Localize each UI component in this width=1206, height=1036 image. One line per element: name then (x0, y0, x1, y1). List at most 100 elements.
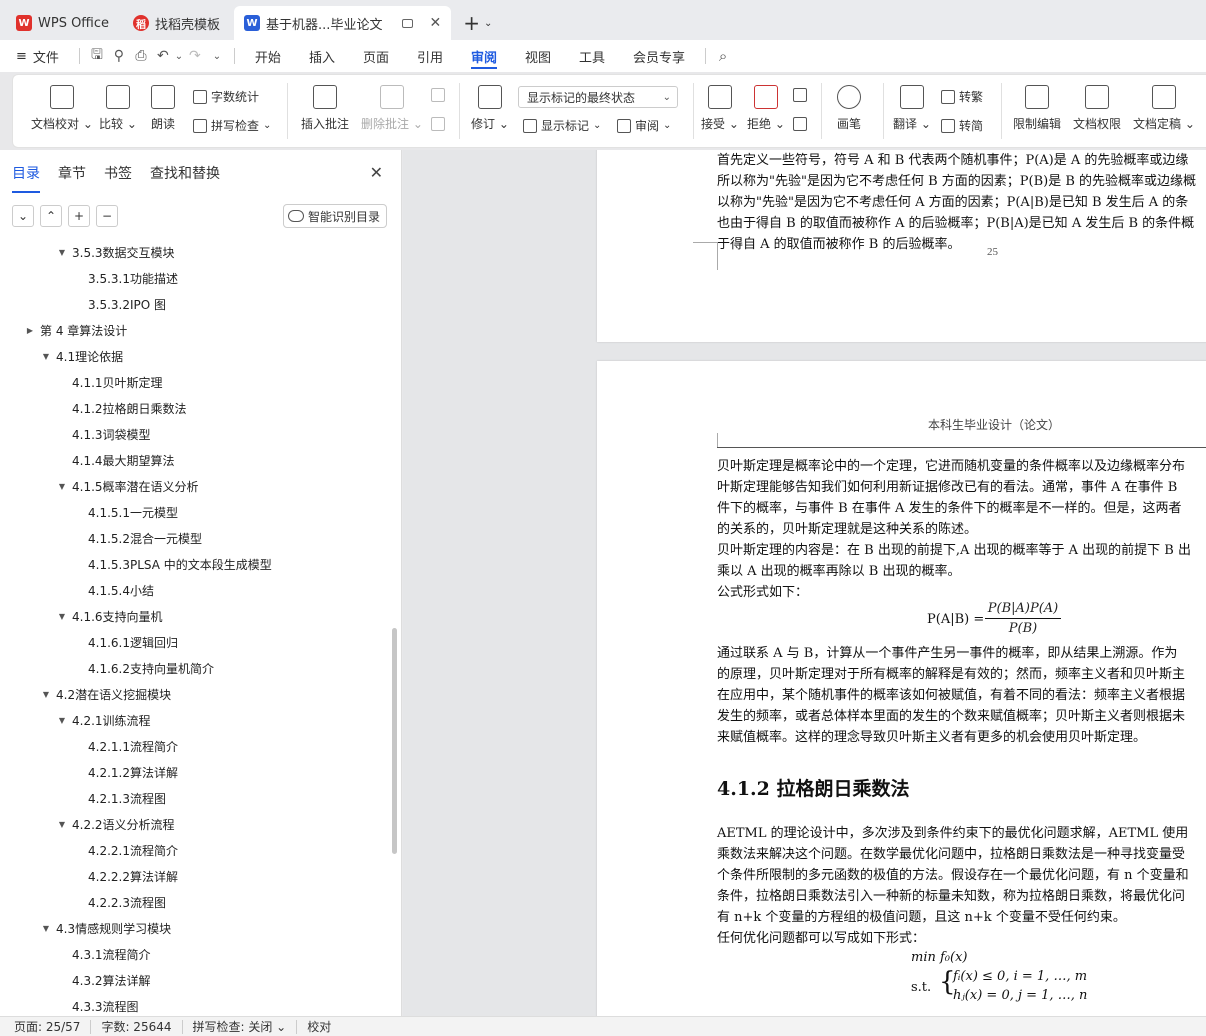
toc-item[interactable]: 4.1.1贝叶斯定理 (0, 369, 390, 395)
revise-button[interactable]: 修订 ⌄ (471, 85, 509, 132)
toc-item[interactable]: 4.1.5.1一元模型 (0, 499, 390, 525)
toc-item[interactable]: ▼ 4.1.5概率潜在语义分析 (0, 473, 390, 499)
collapse-arrow-icon[interactable]: ▼ (40, 924, 52, 933)
tab-docer[interactable]: 稻 找稻壳模板 (123, 6, 230, 40)
show-markup-button[interactable]: 显示标记 ⌄ (523, 117, 601, 134)
accept-button[interactable]: 接受 ⌄ (701, 85, 739, 132)
menu-home[interactable]: 开始 (241, 40, 295, 72)
collapse-arrow-icon[interactable]: ▼ (56, 820, 68, 829)
to-traditional-button[interactable]: 转繁 (941, 88, 983, 105)
review-pane-button[interactable]: 审阅 ⌄ (617, 117, 671, 134)
insert-comment-button[interactable]: 插入批注 (301, 85, 349, 132)
toc-item[interactable]: ▼ 4.2.1训练流程 (0, 707, 390, 733)
smart-toc-button[interactable]: 智能识别目录 (282, 204, 387, 228)
more-dropdown-icon[interactable]: ⌄ (206, 51, 228, 62)
toc-item[interactable]: 4.1.6.2支持向量机简介 (0, 655, 390, 681)
menu-review[interactable]: 审阅 (457, 40, 511, 72)
collapse-arrow-icon[interactable]: ▼ (40, 690, 52, 699)
tab-find-replace[interactable]: 查找和替换 (150, 163, 220, 183)
doc-finalize-button[interactable]: 文档定稿 ⌄ (1133, 85, 1195, 132)
prev-change-button[interactable] (793, 88, 807, 102)
print-preview-icon[interactable]: ⎙ (130, 48, 152, 64)
toc-item[interactable]: 4.3.1流程简介 (0, 941, 390, 967)
toc-item[interactable]: 4.1.2拉格朗日乘数法 (0, 395, 390, 421)
toc-item[interactable]: 3.5.3.1功能描述 (0, 265, 390, 291)
translate-button[interactable]: 翻译 ⌄ (893, 85, 931, 132)
collapse-arrow-icon[interactable]: ▼ (56, 612, 68, 621)
toc-item[interactable]: 4.1.5.3PLSA 中的文本段生成模型 (0, 551, 390, 577)
reject-button[interactable]: 拒绝 ⌄ (747, 85, 785, 132)
toc-item[interactable]: 4.2.2.2算法详解 (0, 863, 390, 889)
toc-item[interactable]: ▼ 4.1.6支持向量机 (0, 603, 390, 629)
close-icon[interactable]: ✕ (370, 163, 383, 182)
menu-file[interactable]: ≡ 文件 (12, 40, 73, 72)
save-icon[interactable]: 🖫 (86, 44, 108, 68)
toc-item[interactable]: ▼ 4.2潜在语义挖掘模块 (0, 681, 390, 707)
word-count-indicator[interactable]: 字数: 25644 (101, 1019, 183, 1034)
tab-document[interactable]: W 基于机器...毕业论文 ✕ (234, 6, 452, 40)
menu-insert[interactable]: 插入 (295, 40, 349, 72)
toc-item[interactable]: 3.5.3.2IPO 图 (0, 291, 390, 317)
toc-item[interactable]: ▼ 4.1理论依据 (0, 343, 390, 369)
compare-button[interactable]: 比较 ⌄ (99, 85, 137, 132)
restrict-edit-button[interactable]: 限制编辑 (1013, 85, 1061, 132)
collapse-arrow-icon[interactable]: ▼ (56, 248, 68, 257)
tab-bookmarks[interactable]: 书签 (104, 163, 132, 183)
undo-dropdown-icon[interactable]: ⌄ (174, 51, 184, 62)
to-simplified-button[interactable]: 转简 (941, 117, 983, 134)
collapse-arrow-icon[interactable]: ▼ (40, 352, 52, 361)
toc-item[interactable]: ▼ 4.3情感规则学习模块 (0, 915, 390, 941)
collapse-arrow-icon[interactable]: ▼ (56, 716, 68, 725)
next-comment-button[interactable] (431, 117, 445, 131)
menu-references[interactable]: 引用 (403, 40, 457, 72)
menu-view[interactable]: 视图 (511, 40, 565, 72)
toc-item[interactable]: ▼ 4.2.2语义分析流程 (0, 811, 390, 837)
toc-item[interactable]: 4.1.5.4小结 (0, 577, 390, 603)
remove-heading-icon[interactable]: − (96, 205, 118, 227)
collapse-arrow-icon[interactable]: ▼ (56, 482, 68, 491)
collapse-up-icon[interactable]: ⌃ (40, 205, 62, 227)
new-tab-button[interactable]: + ⌄ (455, 6, 500, 40)
prev-comment-button[interactable] (431, 88, 445, 102)
toc-item[interactable]: 4.1.3词袋模型 (0, 421, 390, 447)
undo-icon[interactable]: ↶ (152, 48, 174, 64)
share-icon[interactable]: ⚲ (108, 48, 130, 64)
toc-item[interactable]: 4.1.6.1逻辑回归 (0, 629, 390, 655)
toc-item[interactable]: ▼ 3.5.3数据交互模块 (0, 239, 390, 265)
menu-page[interactable]: 页面 (349, 40, 403, 72)
toc-item[interactable]: 4.2.2.3流程图 (0, 889, 390, 915)
toc-item[interactable]: 4.2.1.2算法详解 (0, 759, 390, 785)
tab-wps-office[interactable]: W WPS Office (6, 6, 119, 40)
doc-check-button[interactable]: 文档校对 ⌄ (31, 85, 93, 132)
spell-check-indicator[interactable]: 拼写检查: 关闭 ⌄ (193, 1019, 298, 1034)
tab-chapters[interactable]: 章节 (58, 163, 86, 183)
delete-comment-button[interactable]: 删除批注 ⌄ (361, 85, 423, 132)
doc-permission-button[interactable]: 文档权限 (1073, 85, 1121, 132)
pen-button[interactable]: 画笔 (837, 85, 861, 132)
spell-check-button[interactable]: 拼写检查 ⌄ (193, 117, 271, 134)
close-tab-icon[interactable]: ✕ (429, 15, 441, 31)
toc-item[interactable]: 4.3.2算法详解 (0, 967, 390, 993)
search-icon[interactable]: ⌕ (712, 47, 734, 65)
toc-item[interactable]: 4.1.4最大期望算法 (0, 447, 390, 473)
markup-state-select[interactable]: 显示标记的最终状态 ⌄ (518, 86, 678, 108)
redo-icon[interactable]: ↷ (184, 48, 206, 64)
scrollbar[interactable] (392, 628, 397, 854)
toc-item[interactable]: 4.3.3流程图 (0, 993, 390, 1016)
toc-item[interactable]: 4.2.2.1流程简介 (0, 837, 390, 863)
toc-item[interactable]: 4.2.1.3流程图 (0, 785, 390, 811)
tab-toc[interactable]: 目录 (12, 163, 40, 193)
next-change-button[interactable] (793, 117, 807, 131)
toc-item[interactable]: 4.2.1.1流程简介 (0, 733, 390, 759)
menu-member[interactable]: 会员专享 (619, 40, 699, 72)
proofread-indicator[interactable]: 校对 (307, 1020, 341, 1034)
expand-arrow-icon[interactable]: ▶ (24, 326, 36, 335)
add-heading-icon[interactable]: + (68, 205, 90, 227)
word-count-button[interactable]: 字数统计 (193, 88, 259, 105)
window-icon[interactable] (402, 18, 414, 28)
toc-item[interactable]: ▶ 第 4 章算法设计 (0, 317, 390, 343)
read-aloud-button[interactable]: 朗读 (151, 85, 175, 132)
page-indicator[interactable]: 页面: 25/57 (14, 1019, 92, 1034)
expand-down-icon[interactable]: ⌄ (12, 205, 34, 227)
menu-tools[interactable]: 工具 (565, 40, 619, 72)
